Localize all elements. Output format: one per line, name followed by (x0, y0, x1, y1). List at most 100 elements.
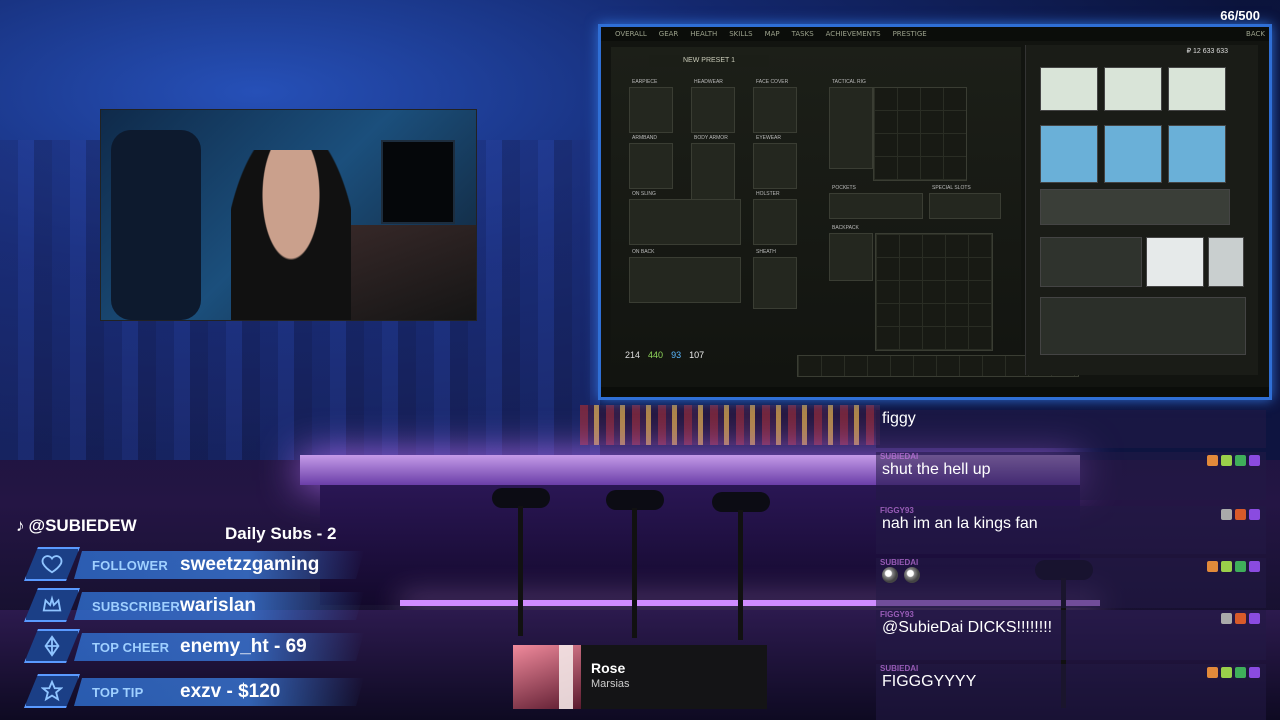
emote-icon (882, 567, 898, 583)
alert-value: sweetzzgaming (180, 554, 320, 575)
alert-value: warislan (180, 595, 257, 616)
tab-achievements[interactable]: ACHIEVEMENTS (826, 27, 881, 41)
viewer-goal-counter: 66/500 (1220, 8, 1260, 23)
tab-overall[interactable]: OVERALL (615, 27, 647, 41)
chat-message: figgy (876, 410, 1266, 448)
game-bottom-bar (601, 387, 1269, 397)
slot-sheath[interactable]: SHEATH (753, 249, 797, 309)
chat-text: figgy (882, 410, 916, 427)
chat-overlay: figgy SUBIEDAI shut the hell up FIGGY93 … (876, 410, 1266, 720)
alert-value: enemy_ht - 69 (180, 636, 307, 657)
slot-headwear[interactable]: HEADWEAR (691, 79, 735, 133)
diamond-icon (24, 629, 80, 663)
chat-badges (1221, 613, 1260, 624)
tab-health[interactable]: HEALTH (690, 27, 717, 41)
tab-skills[interactable]: SKILLS (729, 27, 752, 41)
slot-body-armor[interactable]: BODY ARMOR (691, 135, 735, 205)
slot-special[interactable]: SPECIAL SLOTS (929, 185, 1001, 219)
chat-badges (1207, 667, 1260, 678)
gaming-chair (111, 130, 201, 320)
alert-subscriber: SUBSCRIBER warislan (14, 586, 354, 622)
slot-eyewear[interactable]: EYEWEAR (753, 135, 797, 189)
preset-selector[interactable]: NEW PRESET 1 (649, 55, 769, 67)
artist-name: Marsias (591, 678, 630, 690)
alert-label: FOLLOWER (92, 558, 168, 573)
balance: ₽ 12 633 633 (1186, 48, 1228, 55)
container-item[interactable] (1040, 237, 1142, 287)
slot-pockets[interactable]: POCKETS (829, 185, 923, 219)
stash-panel: ₽ 12 633 633 (1025, 45, 1258, 375)
album-art (513, 645, 581, 709)
container-row[interactable] (1040, 189, 1230, 225)
chat-message: FIGGY93 @SubieDai DICKS!!!!!!!! (876, 610, 1266, 660)
container-item[interactable] (1040, 125, 1098, 183)
song-title: Rose (591, 660, 626, 676)
star-icon (24, 674, 80, 708)
bar-stool (492, 488, 550, 636)
slot-holster[interactable]: HOLSTER (753, 191, 797, 245)
back-button[interactable]: BACK (1246, 27, 1265, 41)
container-item[interactable] (1146, 237, 1204, 287)
webcam-feed (100, 109, 477, 321)
container-item[interactable] (1168, 125, 1226, 183)
chat-username: FIGGY93 (880, 610, 914, 619)
chat-text: @SubieDai DICKS!!!!!!!! (882, 619, 1053, 636)
tab-tasks[interactable]: TASKS (792, 27, 814, 41)
game-capture: OVERALL GEAR HEALTH SKILLS MAP TASKS ACH… (598, 24, 1272, 400)
container-item[interactable] (1168, 67, 1226, 111)
streamer (231, 150, 351, 320)
tab-gear[interactable]: GEAR (659, 27, 679, 41)
daily-subs-counter: Daily Subs - 2 (225, 524, 337, 543)
chat-username: FIGGY93 (880, 506, 914, 515)
slot-earpiece[interactable]: EARPIECE (629, 79, 673, 133)
chat-message: FIGGY93 nah im an la kings fan (876, 506, 1266, 554)
crown-icon (24, 588, 80, 622)
chat-badges (1207, 455, 1260, 466)
slot-tactical-rig[interactable]: TACTICAL RIG (829, 79, 873, 169)
track-info: Rose Marsias (581, 645, 767, 709)
bar-stool (712, 492, 770, 640)
chat-message: SUBIEDAI shut the hell up (876, 452, 1266, 500)
game-tab-bar: OVERALL GEAR HEALTH SKILLS MAP TASKS ACH… (601, 27, 1269, 41)
container-item[interactable] (1040, 67, 1098, 111)
alert-top-tip: TOP TIP exzv - $120 (14, 672, 354, 708)
tab-prestige[interactable]: PRESTIGE (893, 27, 927, 41)
pc-case (381, 140, 455, 224)
alert-label: SUBSCRIBER (92, 599, 180, 614)
backpack-grid[interactable] (875, 233, 993, 351)
rig-grid[interactable] (873, 87, 967, 181)
slot-backpack[interactable]: BACKPACK (829, 225, 873, 281)
bottle-shelf (580, 405, 880, 445)
tiktok-handle: ♪ @SUBIEDEW (16, 516, 137, 536)
container-row[interactable] (1040, 297, 1246, 355)
heart-icon (24, 547, 80, 581)
container-item[interactable] (1104, 125, 1162, 183)
alert-label: TOP TIP (92, 685, 144, 700)
alert-label: TOP CHEER (92, 640, 170, 655)
chat-badges (1221, 509, 1260, 520)
slot-armband[interactable]: ARMBAND (629, 135, 673, 189)
container-item[interactable] (1208, 237, 1244, 287)
emote-icon (904, 567, 920, 583)
weight-stat: 214 (625, 350, 641, 360)
bar-stool (606, 490, 664, 638)
slot-on-sling[interactable]: ON SLING (629, 191, 741, 245)
now-playing-widget: Rose Marsias (513, 645, 767, 709)
container-item[interactable] (1104, 67, 1162, 111)
tiktok-icon: ♪ (16, 516, 25, 535)
slot-face-cover[interactable]: FACE COVER (753, 79, 797, 133)
chat-text: nah im an la kings fan (882, 515, 1038, 532)
chat-badges (1207, 561, 1260, 572)
slot-on-back[interactable]: ON BACK (629, 249, 741, 303)
hydration-stat: 93 (671, 350, 682, 360)
tiktok-handle-text: @SUBIEDEW (28, 516, 137, 535)
chat-message: SUBIEDAI FIGGGYYYY (876, 664, 1266, 720)
energy-stat: 107 (689, 350, 705, 360)
alert-value: exzv - $120 (180, 681, 281, 702)
gear-panel: NEW PRESET 1 EARPIECE HEADWEAR FACE COVE… (611, 47, 1021, 382)
alert-top-cheer: TOP CHEER enemy_ht - 69 (14, 627, 354, 663)
tab-map[interactable]: MAP (765, 27, 780, 41)
health-stat: 440 (648, 350, 664, 360)
stats-bar: 214 440 93 107 (625, 347, 815, 363)
chat-message: SUBIEDAI (876, 558, 1266, 608)
